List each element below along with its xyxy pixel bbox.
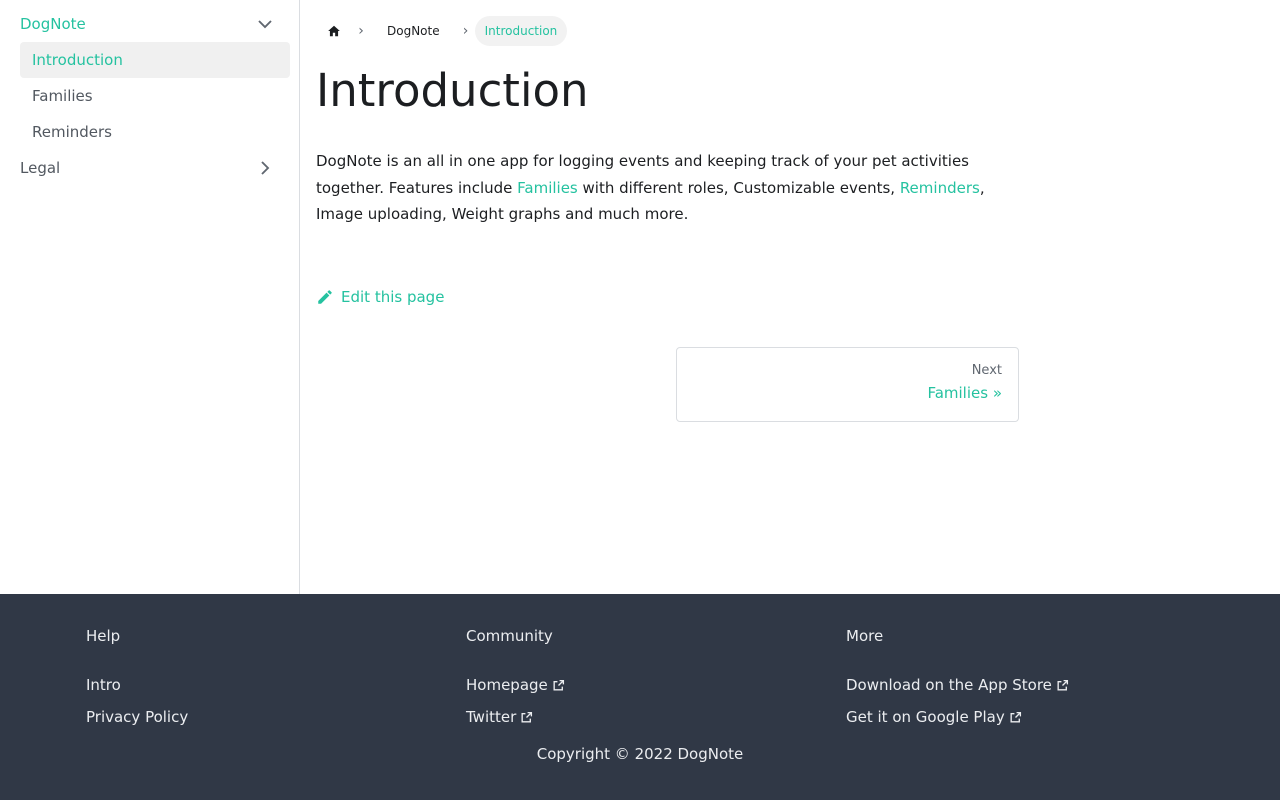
footer-link-label: Twitter	[466, 708, 517, 726]
sidebar-category-label: Legal	[20, 159, 61, 177]
pencil-icon	[318, 289, 332, 304]
intro-text: with different roles, Customizable event…	[577, 178, 900, 197]
intro-paragraph: DogNote is an all in one app for logging…	[316, 148, 1020, 228]
footer-link-label: Intro	[86, 676, 121, 694]
copyright: Copyright © 2022 DogNote	[536, 745, 744, 763]
sidebar-category-legal[interactable]: Legal	[20, 150, 289, 186]
chevron-right-icon[interactable]	[253, 156, 277, 180]
footer-link-google-play[interactable]: Get it on Google Play	[846, 701, 1069, 733]
footer-column-help: Help Intro Privacy Policy	[86, 627, 188, 733]
sidebar-item-introduction[interactable]: Introduction	[20, 42, 290, 78]
main-content: › DogNote › Introduction Introduction Do…	[316, 0, 1026, 306]
families-link[interactable]: Families	[517, 179, 578, 197]
footer: Help Intro Privacy Policy Community Home…	[0, 594, 1280, 800]
footer-link-label: Download on the App Store	[846, 676, 1052, 694]
pagination-sublabel: Next	[971, 363, 1002, 378]
footer-link-app-store[interactable]: Download on the App Store	[846, 669, 1069, 701]
edit-page-link[interactable]: Edit this page	[316, 288, 456, 306]
external-link-icon	[552, 679, 565, 692]
footer-link-label: Homepage	[466, 676, 548, 694]
footer-link-label: Privacy Policy	[86, 708, 189, 726]
breadcrumb: › DogNote › Introduction	[316, 16, 1026, 46]
home-icon[interactable]	[316, 16, 352, 46]
footer-link-twitter[interactable]: Twitter	[466, 701, 565, 733]
external-link-icon	[1009, 711, 1022, 724]
external-link-icon	[520, 711, 533, 724]
sidebar-sublist: Introduction Families Reminders	[20, 42, 290, 150]
footer-link-privacy-policy[interactable]: Privacy Policy	[86, 701, 188, 733]
sidebar-item-families[interactable]: Families	[20, 78, 290, 114]
chevron-down-icon[interactable]	[253, 12, 277, 36]
footer-column-title: More	[846, 627, 884, 645]
footer-column-community: Community Homepage Twitter	[466, 627, 565, 733]
breadcrumb-item-dognote[interactable]: DogNote	[370, 16, 457, 46]
sidebar-category-label: DogNote	[20, 15, 86, 33]
breadcrumb-separator-icon: ›	[462, 23, 469, 39]
external-link-icon	[1056, 679, 1069, 692]
pagination-label: Families »	[927, 384, 1002, 402]
edit-page-label: Edit this page	[341, 287, 445, 306]
page-title: Introduction	[316, 64, 589, 117]
breadcrumb-item-introduction: Introduction	[474, 16, 568, 46]
sidebar-category-dognote[interactable]: DogNote	[20, 6, 289, 42]
sidebar-item-reminders[interactable]: Reminders	[20, 114, 290, 150]
footer-link-intro[interactable]: Intro	[86, 669, 188, 701]
breadcrumb-separator-icon: ›	[358, 23, 364, 39]
footer-column-title: Help	[86, 627, 121, 645]
reminders-link[interactable]: Reminders	[900, 179, 980, 197]
footer-column-more: More Download on the App Store Get it on…	[846, 627, 1069, 733]
footer-column-title: Community	[466, 627, 553, 645]
footer-link-homepage[interactable]: Homepage	[466, 669, 565, 701]
footer-link-label: Get it on Google Play	[846, 708, 1005, 726]
pagination-next[interactable]: Next Families »	[676, 347, 1019, 422]
sidebar: DogNote Introduction Families Reminders …	[0, 0, 300, 594]
